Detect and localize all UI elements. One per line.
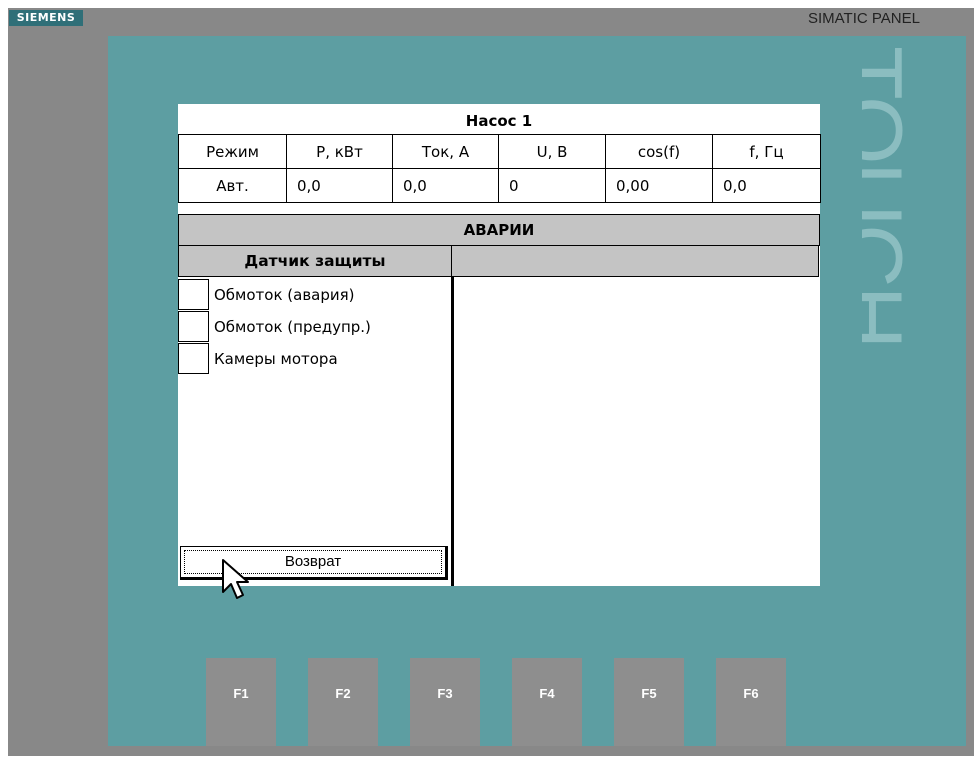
column-header-current: Ток, А bbox=[392, 134, 499, 169]
table-row: Авт. 0,0 0,0 0 0,00 0,0 bbox=[178, 168, 821, 203]
column-header-voltage: U, В bbox=[498, 134, 606, 169]
value-power: 0,0 bbox=[286, 168, 393, 203]
table-header-row: Режим P, кВт Ток, А U, В cos(f) f, Гц bbox=[178, 134, 821, 169]
value-frequency: 0,0 bbox=[712, 168, 821, 203]
sensor-indicator bbox=[178, 311, 209, 342]
parameters-table: Режим P, кВт Ток, А U, В cos(f) f, Гц Ав… bbox=[178, 134, 821, 203]
column-header-mode: Режим bbox=[178, 134, 287, 169]
column-header-frequency: f, Гц bbox=[712, 134, 821, 169]
sensor-label: Обмоток (предупр.) bbox=[214, 318, 371, 336]
siemens-logo: SIEMENS bbox=[9, 10, 83, 26]
function-key-f6[interactable]: F6 bbox=[716, 658, 786, 746]
sensor-row-winding-alarm: Обмоток (авария) bbox=[178, 279, 448, 311]
hmi-screen: Насос 1 Режим P, кВт Ток, А U, В cos(f) … bbox=[178, 104, 821, 586]
sensor-label: Обмоток (авария) bbox=[214, 286, 355, 304]
value-voltage: 0 bbox=[498, 168, 606, 203]
value-current: 0,0 bbox=[392, 168, 499, 203]
column-header-cos: cos(f) bbox=[605, 134, 713, 169]
model-label: SIMATIC PANEL bbox=[808, 10, 920, 27]
alarm-detail-header bbox=[452, 246, 819, 277]
function-key-f5[interactable]: F5 bbox=[614, 658, 684, 746]
value-mode: Авт. bbox=[178, 168, 287, 203]
sensor-label: Камеры мотора bbox=[214, 350, 338, 368]
function-key-f4[interactable]: F4 bbox=[512, 658, 582, 746]
sensor-indicator bbox=[178, 343, 209, 374]
alarms-header: АВАРИИ bbox=[178, 214, 820, 246]
page-title: Насос 1 bbox=[465, 112, 533, 130]
sensor-row-winding-warning: Обмоток (предупр.) bbox=[178, 311, 448, 343]
touch-label: TOUCH bbox=[862, 46, 921, 348]
function-key-f1[interactable]: F1 bbox=[206, 658, 276, 746]
sensor-row-motor-chamber: Камеры мотора bbox=[178, 343, 448, 375]
function-key-f2[interactable]: F2 bbox=[308, 658, 378, 746]
value-cos: 0,00 bbox=[605, 168, 713, 203]
column-header-power: P, кВт bbox=[286, 134, 393, 169]
sensor-panel: Обмоток (авария) Обмоток (предупр.) Каме… bbox=[178, 277, 454, 586]
mouse-pointer-icon bbox=[222, 559, 249, 599]
sensor-header: Датчик защиты bbox=[178, 246, 452, 277]
sensor-indicator bbox=[178, 279, 209, 310]
function-key-f3[interactable]: F3 bbox=[410, 658, 480, 746]
